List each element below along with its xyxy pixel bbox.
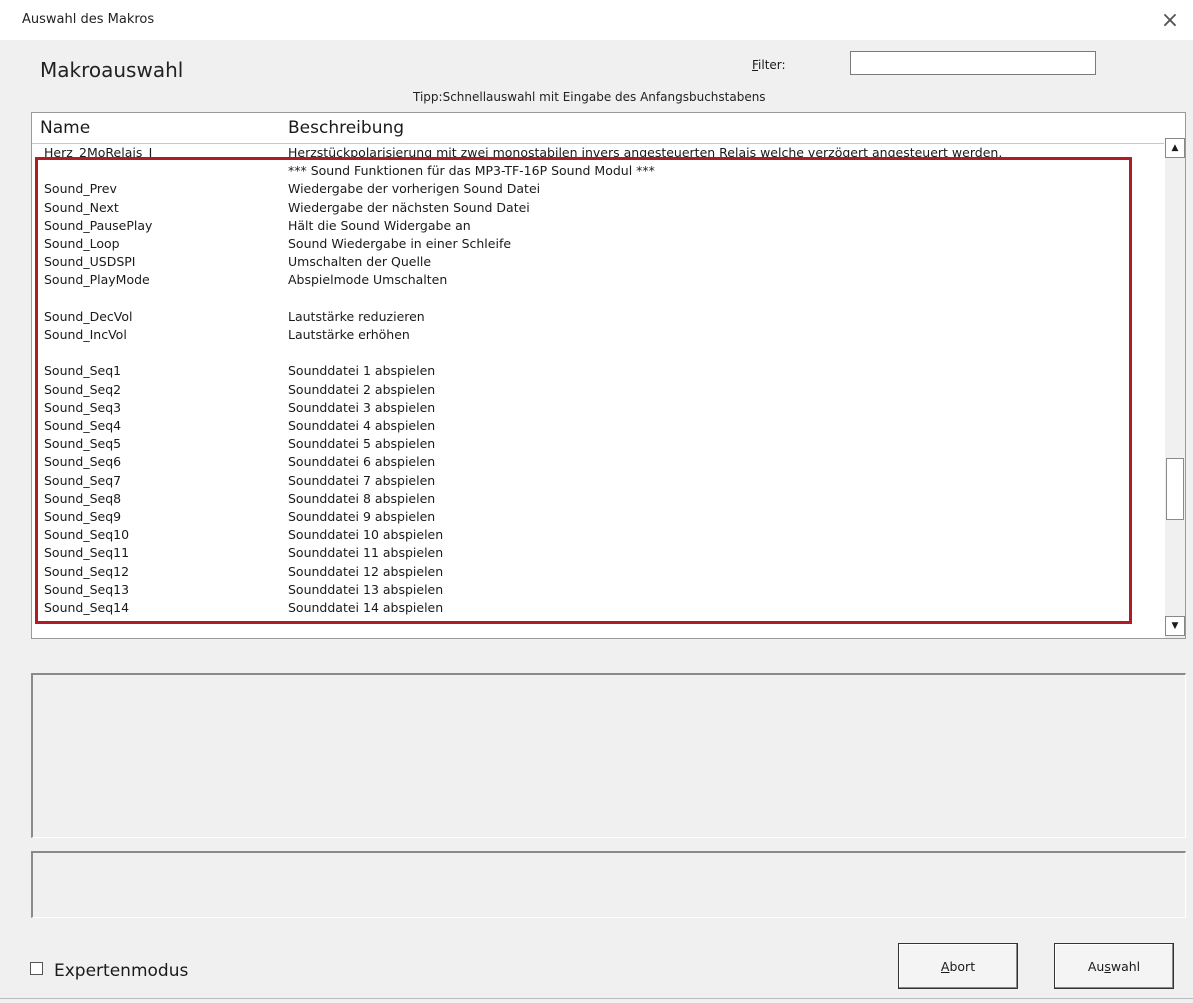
macro-name: Sound_Seq9 xyxy=(44,509,122,524)
abort-label: bort xyxy=(949,958,976,974)
macro-name: Sound_Seq13 xyxy=(44,581,130,597)
macro-name: Sound_USDSPI xyxy=(44,254,136,270)
filter-label: Filter: xyxy=(752,58,786,72)
macro-description: Sounddatei 13 abspielen xyxy=(288,581,444,597)
macro-name: Sound_Seq14 xyxy=(44,600,130,615)
list-item[interactable]: Sound_Loop Sound Wiedergabe in einer Schl… xyxy=(32,235,1162,253)
list-item[interactable]: Sound_Prev Wiedergabe der vorherigen Soun… xyxy=(32,180,1162,198)
bottom-divider xyxy=(0,998,1193,999)
macro-description: Sounddatei 2 abspielen xyxy=(288,381,436,397)
list-item[interactable]: Sound_Seq3 Sounddatei 3 abspielen xyxy=(32,399,1162,417)
abort-mnemonic: A xyxy=(940,958,950,974)
macro-name: Sound_Seq6 xyxy=(44,454,122,470)
macro-name: Sound_Seq4 xyxy=(44,418,122,433)
expert-mode-checkbox[interactable] xyxy=(30,962,43,975)
macro-description: Sounddatei 8 abspielen xyxy=(288,490,436,506)
page-title: Makroauswahl xyxy=(40,58,184,82)
macro-description: Abspielmode Umschalten xyxy=(288,272,448,288)
macro-name: Sound_Seq10 xyxy=(44,527,130,543)
filter-input[interactable] xyxy=(850,51,1096,75)
macro-description: Sounddatei 5 abspielen xyxy=(288,436,436,452)
macro-name: Herz_2MoRelais_I xyxy=(44,145,153,160)
list-item[interactable]: Sound_Seq9 Sounddatei 9 abspielen xyxy=(32,508,1162,526)
list-item[interactable]: Sound_PlayMode Abspielmode Umschalten xyxy=(32,271,1162,289)
list-item[interactable]: Sound_Seq14 Sounddatei 14 abspielen xyxy=(32,599,1162,617)
column-header-name[interactable]: Name xyxy=(40,118,90,138)
macro-name: Sound_Seq11 xyxy=(44,545,130,561)
list-item[interactable]: *** Sound Funktionen für das MP3-TF-16P … xyxy=(32,162,1162,180)
list-item[interactable] xyxy=(32,290,1162,308)
macro-name: Sound_Seq1 xyxy=(44,363,122,379)
vertical-scrollbar[interactable]: ▲ ▼ xyxy=(1165,138,1185,638)
macro-name: Sound_PausePlay xyxy=(44,217,153,233)
macro-description: Hält die Sound Widergabe an xyxy=(288,217,471,233)
macro-name: Sound_Loop xyxy=(44,236,120,251)
macro-description: Sounddatei 14 abspielen xyxy=(288,600,444,615)
list-item[interactable]: Herz_2MoRelais_I Herzstückpolarisierung m… xyxy=(32,144,1162,162)
macro-description: Sound Wiedergabe in einer Schleife xyxy=(288,236,512,251)
list-item[interactable]: Sound_Seq6 Sounddatei 6 abspielen xyxy=(32,453,1162,471)
expert-mode-label[interactable]: Expertenmodus xyxy=(54,961,188,981)
macro-description: Wiedergabe der vorherigen Sound Datei xyxy=(288,181,541,197)
close-icon[interactable]: × xyxy=(1150,4,1190,36)
scroll-thumb[interactable] xyxy=(1166,458,1184,520)
list-item[interactable]: Sound_Seq10 Sounddatei 10 abspielen xyxy=(32,526,1162,544)
scroll-down-icon[interactable]: ▼ xyxy=(1165,616,1185,636)
select-label-post: wahl xyxy=(1110,958,1141,974)
macro-name: Sound_Seq12 xyxy=(44,563,130,579)
macro-name: Sound_PlayMode xyxy=(44,272,150,288)
macro-name: Sound_Seq7 xyxy=(44,472,122,488)
macro-description: *** Sound Funktionen für das MP3-TF-16P … xyxy=(288,163,655,179)
macro-description: Sounddatei 10 abspielen xyxy=(288,527,444,543)
macro-name: Sound_Next xyxy=(44,199,119,215)
macro-description: Sounddatei 4 abspielen xyxy=(288,418,436,433)
list-item[interactable]: Sound_Seq8 Sounddatei 8 abspielen xyxy=(32,490,1162,508)
macro-description: Lautstärke reduzieren xyxy=(288,308,425,324)
macro-name: Sound_Seq8 xyxy=(44,490,122,506)
macro-name: Sound_Seq5 xyxy=(44,436,122,452)
description-panel xyxy=(31,673,1186,838)
window-title: Auswahl des Makros xyxy=(22,12,155,27)
filter-label-text: ilter: xyxy=(758,58,786,72)
macro-description: Sounddatei 9 abspielen xyxy=(288,509,436,524)
macro-description: Sounddatei 1 abspielen xyxy=(288,363,436,379)
macro-description: Lautstärke erhöhen xyxy=(288,327,410,342)
macro-name: Sound_Prev xyxy=(44,181,117,197)
list-item[interactable]: Sound_DecVol Lautstärke reduzieren xyxy=(32,308,1162,326)
list-item[interactable]: Sound_Seq13 Sounddatei 13 abspielen xyxy=(32,581,1162,599)
list-item[interactable]: Sound_Next Wiedergabe der nächsten Sound … xyxy=(32,199,1162,217)
list-item[interactable]: Sound_IncVol Lautstärke erhöhen xyxy=(32,326,1162,344)
macro-description: Herzstückpolarisierung mit zwei monostab… xyxy=(288,145,1003,160)
macro-description: Sounddatei 12 abspielen xyxy=(288,563,444,579)
list-item[interactable]: Sound_PausePlay Hält die Sound Widergabe … xyxy=(32,217,1162,235)
abort-button[interactable]: Abort xyxy=(898,943,1018,989)
list-item[interactable] xyxy=(32,344,1162,362)
column-header-description[interactable]: Beschreibung xyxy=(288,118,404,138)
macro-description: Sounddatei 7 abspielen xyxy=(288,472,436,488)
macro-description: Sounddatei 6 abspielen xyxy=(288,454,436,470)
tip-text: Tipp:Schnellauswahl mit Eingabe des Anfa… xyxy=(413,90,766,104)
title-bar xyxy=(0,0,1193,40)
list-item[interactable]: Sound_Seq5 Sounddatei 5 abspielen xyxy=(32,435,1162,453)
macro-name: Sound_Seq3 xyxy=(44,399,122,415)
list-item[interactable]: Sound_Seq4 Sounddatei 4 abspielen xyxy=(32,417,1162,435)
macro-list[interactable]: Name Beschreibung Herz_2MoRelais_I Herzst… xyxy=(31,112,1186,639)
list-item[interactable]: Sound_Seq11 Sounddatei 11 abspielen xyxy=(32,544,1162,562)
list-item[interactable]: Sound_Seq1 Sounddatei 1 abspielen xyxy=(32,362,1162,380)
macro-name: Sound_DecVol xyxy=(44,308,133,324)
macro-name: Sound_IncVol xyxy=(44,327,127,342)
list-item[interactable]: Sound_Seq12 Sounddatei 12 abspielen xyxy=(32,563,1162,581)
macro-description: Sounddatei 3 abspielen xyxy=(288,399,436,415)
list-item[interactable]: Sound_Seq7 Sounddatei 7 abspielen xyxy=(32,472,1162,490)
info-panel xyxy=(31,851,1186,918)
list-item[interactable]: Sound_USDSPI Umschalten der Quelle xyxy=(32,253,1162,271)
macro-description: Wiedergabe der nächsten Sound Datei xyxy=(288,199,530,215)
macro-name: Sound_Seq2 xyxy=(44,381,122,397)
select-label-pre: Au xyxy=(1087,958,1105,974)
select-button[interactable]: Au s wahl xyxy=(1054,943,1174,989)
macro-description: Umschalten der Quelle xyxy=(288,254,432,270)
macro-description: Sounddatei 11 abspielen xyxy=(288,545,444,561)
scroll-up-icon[interactable]: ▲ xyxy=(1165,138,1185,158)
list-item[interactable]: Sound_Seq2 Sounddatei 2 abspielen xyxy=(32,381,1162,399)
